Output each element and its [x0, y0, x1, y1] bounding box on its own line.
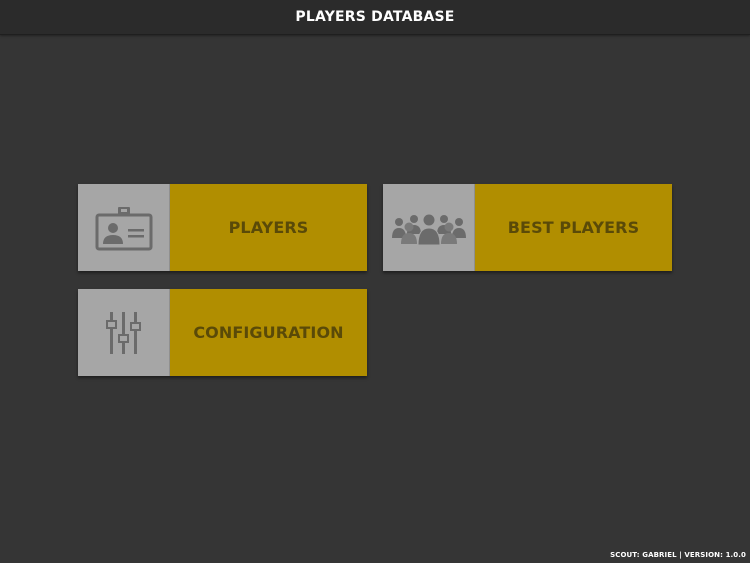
configuration-button[interactable]: CONFIGURATION: [78, 289, 367, 376]
best-players-button[interactable]: BEST PLAYERS: [383, 184, 672, 271]
configuration-label-panel: CONFIGURATION: [170, 289, 367, 376]
footer-version-info: SCOUT: GABRIEL | VERSION: 1.0.0: [610, 551, 746, 559]
best-players-icon-panel: [383, 184, 475, 271]
players-label: PLAYERS: [228, 218, 309, 237]
players-icon-panel: [78, 184, 170, 271]
top-bar: PLAYERS DATABASE: [0, 0, 750, 35]
id-card-icon: [95, 206, 152, 250]
configuration-icon-panel: [78, 289, 170, 376]
app-screen: PLAYERS DATABASE PLAYERS BEST PLAYERS CO…: [0, 0, 750, 563]
sliders-icon: [105, 311, 141, 354]
best-players-label: BEST PLAYERS: [507, 218, 640, 237]
players-label-panel: PLAYERS: [170, 184, 367, 271]
group-icon: [391, 213, 466, 245]
page-title: PLAYERS DATABASE: [295, 9, 455, 25]
best-players-label-panel: BEST PLAYERS: [475, 184, 672, 271]
configuration-label: CONFIGURATION: [193, 323, 344, 342]
players-button[interactable]: PLAYERS: [78, 184, 367, 271]
